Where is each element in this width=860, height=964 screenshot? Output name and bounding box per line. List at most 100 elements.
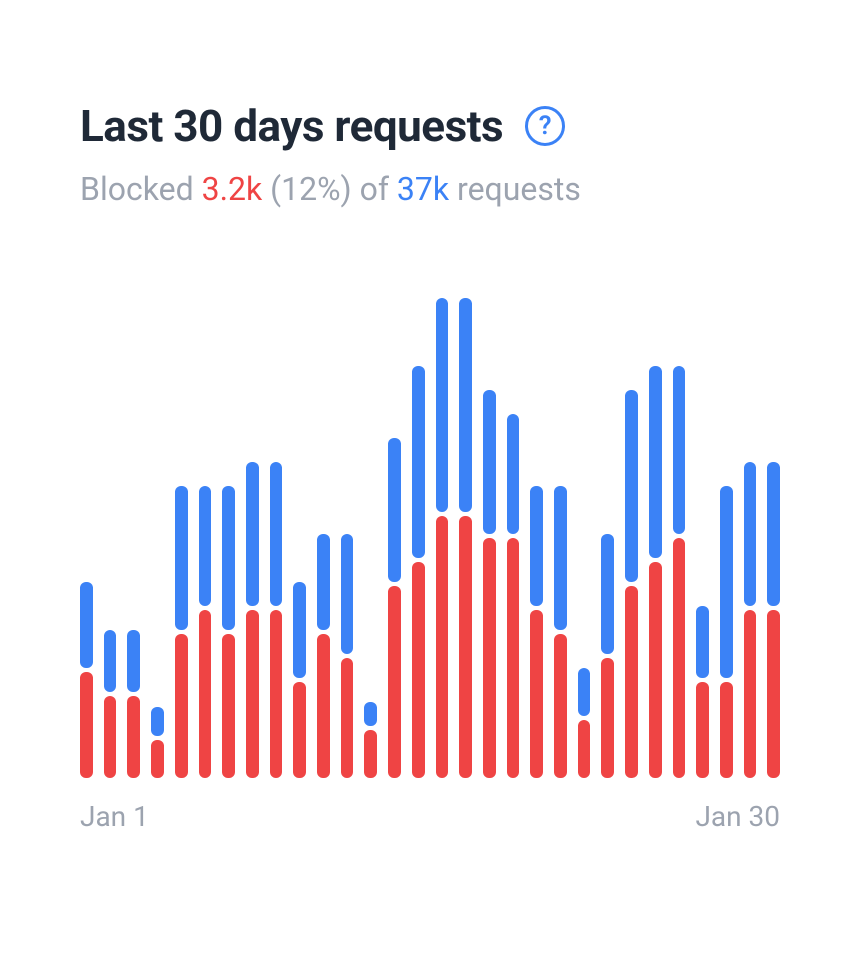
bar-segment-allowed xyxy=(80,582,93,668)
bar-segment-allowed xyxy=(364,702,377,726)
bar-segment-blocked xyxy=(127,696,140,778)
bar-segment-blocked xyxy=(199,610,212,778)
bar-segment-blocked xyxy=(151,740,164,778)
bar-segment-allowed xyxy=(412,366,425,558)
bar-segment-blocked xyxy=(673,538,686,778)
bar-segment-blocked xyxy=(530,610,543,778)
chart-bar xyxy=(199,298,212,778)
card-header: Last 30 days requests ? xyxy=(80,100,780,152)
chart-bar xyxy=(483,298,496,778)
bar-segment-blocked xyxy=(578,720,591,778)
bar-segment-blocked xyxy=(341,658,354,778)
total-count: 37k xyxy=(397,170,449,208)
bar-segment-allowed xyxy=(601,534,614,654)
bar-segment-blocked xyxy=(554,634,567,778)
bar-segment-allowed xyxy=(436,298,449,512)
chart-bar xyxy=(554,298,567,778)
requests-chart xyxy=(80,298,780,778)
bar-segment-blocked xyxy=(104,696,117,778)
bar-segment-allowed xyxy=(530,486,543,606)
bar-segment-allowed xyxy=(625,390,638,582)
bar-segment-allowed xyxy=(507,414,520,534)
chart-bar xyxy=(673,298,686,778)
chart-bar xyxy=(507,298,520,778)
help-icon[interactable]: ? xyxy=(525,106,565,146)
chart-bar xyxy=(744,298,757,778)
chart-bar xyxy=(601,298,614,778)
chart-bar xyxy=(530,298,543,778)
chart-bar xyxy=(317,298,330,778)
card-title: Last 30 days requests xyxy=(80,100,503,152)
bar-segment-blocked xyxy=(483,538,496,778)
chart-bar xyxy=(270,298,283,778)
bar-segment-blocked xyxy=(246,610,259,778)
chart-bar xyxy=(767,298,780,778)
chart-bar xyxy=(222,298,235,778)
blocked-count: 3.2k xyxy=(202,170,263,208)
bar-segment-blocked xyxy=(507,538,520,778)
chart-bar xyxy=(578,298,591,778)
bar-segment-blocked xyxy=(317,634,330,778)
bar-segment-blocked xyxy=(222,634,235,778)
bar-segment-allowed xyxy=(767,462,780,606)
chart-bar xyxy=(364,298,377,778)
bar-segment-allowed xyxy=(127,630,140,692)
chart-bar xyxy=(720,298,733,778)
bar-segment-allowed xyxy=(483,390,496,534)
bar-segment-blocked xyxy=(364,730,377,778)
chart-bar xyxy=(649,298,662,778)
subtitle-percent: (12%) of xyxy=(262,170,397,208)
bar-segment-blocked xyxy=(601,658,614,778)
chart-bar xyxy=(80,298,93,778)
chart-bar xyxy=(293,298,306,778)
help-icon-glyph: ? xyxy=(539,113,552,139)
bar-segment-blocked xyxy=(720,682,733,778)
bar-segment-blocked xyxy=(625,586,638,778)
chart-bar xyxy=(625,298,638,778)
bar-segment-blocked xyxy=(80,672,93,778)
chart-bar xyxy=(388,298,401,778)
subtitle-suffix: requests xyxy=(449,170,581,208)
bar-segment-blocked xyxy=(767,610,780,778)
bar-segment-allowed xyxy=(720,486,733,678)
bar-segment-blocked xyxy=(412,562,425,778)
bar-segment-blocked xyxy=(459,516,472,778)
bar-segment-allowed xyxy=(744,462,757,606)
bar-segment-allowed xyxy=(554,486,567,630)
bar-segment-allowed xyxy=(199,486,212,606)
bar-segment-allowed xyxy=(388,438,401,582)
chart-bar xyxy=(246,298,259,778)
bar-segment-blocked xyxy=(270,610,283,778)
bar-segment-allowed xyxy=(104,630,117,692)
axis-start-label: Jan 1 xyxy=(80,800,149,833)
subtitle-prefix: Blocked xyxy=(80,170,202,208)
chart-bar xyxy=(104,298,117,778)
requests-card: Last 30 days requests ? Blocked 3.2k (12… xyxy=(0,0,860,833)
chart-bar xyxy=(696,298,709,778)
bar-segment-allowed xyxy=(222,486,235,630)
bar-segment-blocked xyxy=(388,586,401,778)
chart-bars xyxy=(80,298,780,778)
chart-x-axis: Jan 1 Jan 30 xyxy=(80,800,780,833)
bar-segment-allowed xyxy=(459,298,472,512)
chart-bar xyxy=(436,298,449,778)
chart-bar xyxy=(459,298,472,778)
chart-bar xyxy=(175,298,188,778)
bar-segment-allowed xyxy=(673,366,686,534)
bar-segment-blocked xyxy=(744,610,757,778)
bar-segment-allowed xyxy=(317,534,330,630)
chart-bar xyxy=(341,298,354,778)
bar-segment-allowed xyxy=(175,486,188,630)
bar-segment-allowed xyxy=(293,582,306,678)
bar-segment-allowed xyxy=(151,707,164,736)
bar-segment-allowed xyxy=(246,462,259,606)
chart-bar xyxy=(151,298,164,778)
card-subtitle: Blocked 3.2k (12%) of 37k requests xyxy=(80,170,780,208)
bar-segment-blocked xyxy=(696,682,709,778)
bar-segment-allowed xyxy=(649,366,662,558)
bar-segment-allowed xyxy=(578,668,591,716)
chart-bar xyxy=(412,298,425,778)
axis-end-label: Jan 30 xyxy=(695,800,780,833)
bar-segment-allowed xyxy=(270,462,283,606)
bar-segment-blocked xyxy=(649,562,662,778)
